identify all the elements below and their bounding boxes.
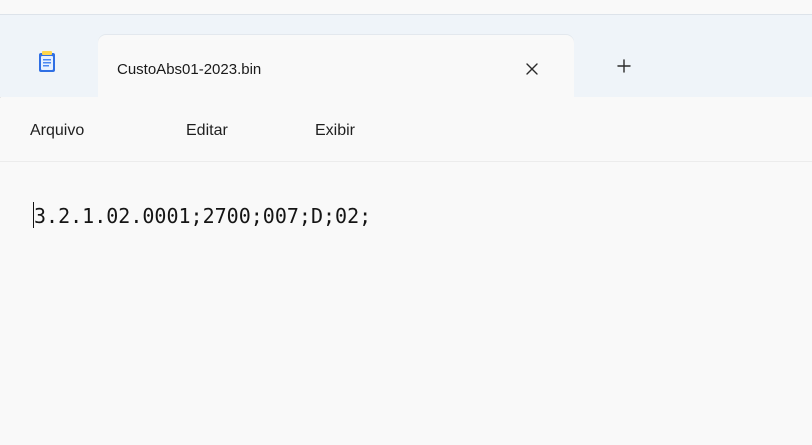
- notepad-window: CustoAbs01-2023.bin Arquivo Editar Exibi…: [0, 0, 812, 445]
- close-icon: [526, 63, 538, 75]
- close-tab-button[interactable]: [518, 55, 546, 83]
- plus-icon: [617, 59, 631, 73]
- menu-arquivo[interactable]: Arquivo: [30, 122, 84, 140]
- text-editor[interactable]: 3.2.1.02.0001;2700;007;D;02;: [0, 162, 812, 445]
- menu-exibir[interactable]: Exibir: [315, 122, 355, 140]
- menu-bar: Arquivo Editar Exibir: [0, 98, 812, 162]
- notepad-icon: [39, 51, 55, 72]
- menu-editar[interactable]: Editar: [186, 122, 228, 140]
- new-tab-button[interactable]: [610, 52, 638, 80]
- document-tab[interactable]: CustoAbs01-2023.bin: [98, 35, 574, 99]
- tab-title: CustoAbs01-2023.bin: [117, 61, 262, 78]
- editor-content[interactable]: 3.2.1.02.0001;2700;007;D;02;: [34, 204, 371, 228]
- title-bar: CustoAbs01-2023.bin: [0, 14, 812, 99]
